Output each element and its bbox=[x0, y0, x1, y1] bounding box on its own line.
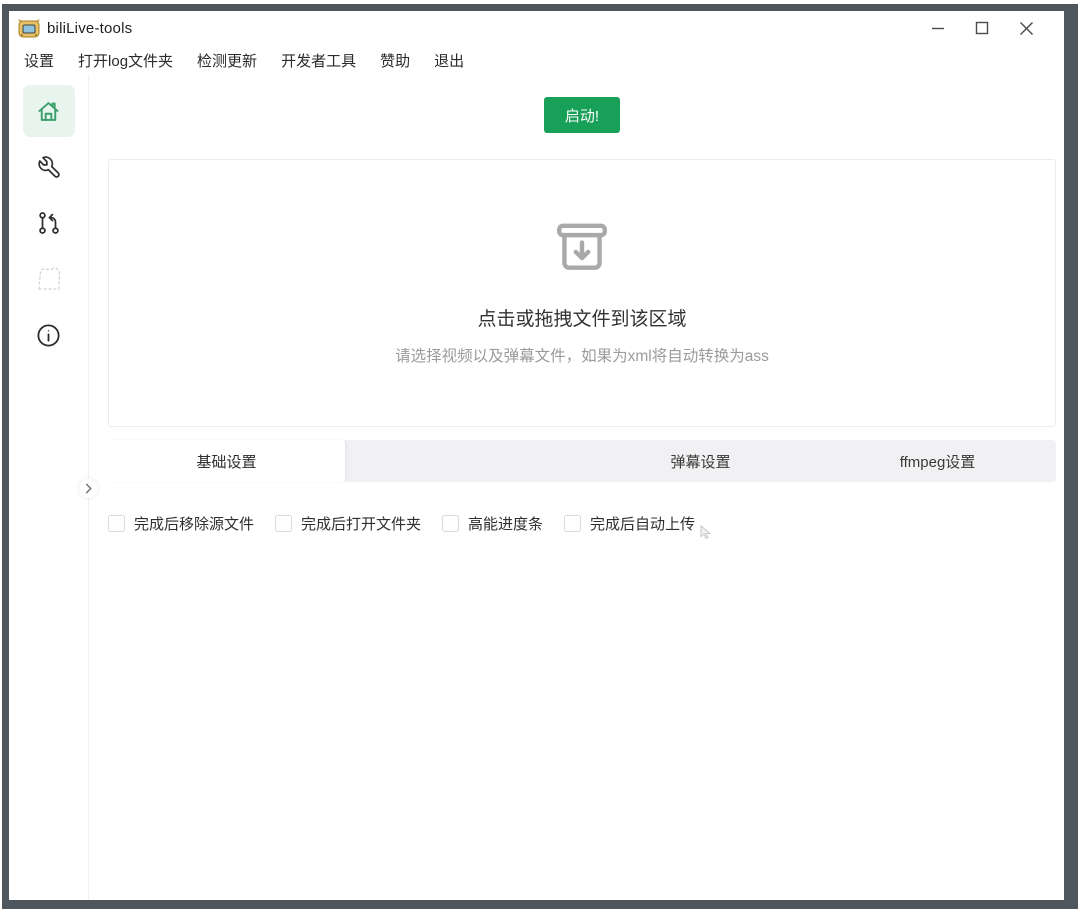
app-logo-icon bbox=[18, 19, 40, 38]
git-pull-request-icon bbox=[38, 212, 59, 234]
option-auto-upload-after-done[interactable]: 完成后自动上传 bbox=[564, 513, 695, 534]
sidebar-item-convert[interactable] bbox=[23, 197, 75, 249]
window-controls bbox=[916, 13, 1064, 43]
maximize-button[interactable] bbox=[960, 13, 1004, 43]
checkbox-open-folder[interactable] bbox=[275, 515, 293, 532]
home-icon bbox=[38, 101, 59, 121]
sidebar-item-home[interactable] bbox=[22, 85, 75, 137]
menu-item-check-update[interactable]: 检测更新 bbox=[197, 50, 257, 71]
options-row: 完成后移除源文件 完成后打开文件夹 高能进度条 完成后自动上传 bbox=[108, 513, 1056, 534]
minimize-icon bbox=[932, 27, 944, 30]
option-remove-source-after-done[interactable]: 完成后移除源文件 bbox=[108, 513, 254, 534]
checkbox-highlight-progress[interactable] bbox=[442, 515, 460, 532]
title-bar: biliLive-tools bbox=[9, 11, 1064, 45]
menu-item-exit[interactable]: 退出 bbox=[434, 50, 464, 71]
close-button[interactable] bbox=[1004, 13, 1048, 43]
menu-item-donate[interactable]: 赞助 bbox=[380, 50, 410, 71]
close-icon bbox=[1019, 21, 1033, 35]
minimize-button[interactable] bbox=[916, 13, 960, 43]
main-content: 启动! 点击或拖拽文件到该区域 请选择视频以及弹幕文件，如果为xml将自动转换为… bbox=[89, 75, 1064, 900]
dropzone-subtitle: 请选择视频以及弹幕文件，如果为xml将自动转换为ass bbox=[395, 348, 769, 365]
checkbox-remove-source[interactable] bbox=[108, 515, 125, 532]
info-icon bbox=[37, 323, 60, 347]
sidebar bbox=[9, 75, 89, 900]
file-dropzone[interactable]: 点击或拖拽文件到该区域 请选择视频以及弹幕文件，如果为xml将自动转换为ass bbox=[108, 159, 1056, 427]
dropzone-title: 点击或拖拽文件到该区域 bbox=[477, 309, 687, 330]
menu-bar: 设置 打开log文件夹 检测更新 开发者工具 赞助 退出 bbox=[9, 45, 1064, 75]
option-label: 完成后打开文件夹 bbox=[301, 516, 422, 533]
menu-item-settings[interactable]: 设置 bbox=[24, 50, 54, 71]
window-title: biliLive-tools bbox=[47, 19, 133, 37]
app-window: biliLive-tools 设置 打开log文件夹 检测更新 开发者工具 赞助… bbox=[9, 11, 1064, 900]
archive-download-icon bbox=[557, 223, 607, 270]
sidebar-item-clip[interactable] bbox=[23, 253, 75, 305]
tab-bar-spacer bbox=[345, 440, 582, 482]
tab-danmaku-settings[interactable]: 弹幕设置 bbox=[582, 440, 819, 482]
option-label: 高能进度条 bbox=[468, 516, 544, 533]
option-label: 完成后移除源文件 bbox=[134, 516, 255, 533]
option-highlight-progress-bar[interactable]: 高能进度条 bbox=[442, 513, 543, 534]
option-label: 完成后自动上传 bbox=[590, 516, 696, 533]
option-open-folder-after-done[interactable]: 完成后打开文件夹 bbox=[275, 513, 421, 534]
clip-dashed-icon bbox=[37, 267, 60, 290]
window-frame: biliLive-tools 设置 打开log文件夹 检测更新 开发者工具 赞助… bbox=[2, 4, 1078, 909]
wrench-icon bbox=[37, 156, 60, 178]
sidebar-item-tools[interactable] bbox=[23, 141, 75, 193]
tab-basic-settings[interactable]: 基础设置 bbox=[108, 440, 345, 482]
sidebar-item-about[interactable] bbox=[23, 309, 75, 361]
menu-item-devtools[interactable]: 开发者工具 bbox=[281, 50, 356, 71]
mouse-cursor-icon bbox=[700, 525, 712, 540]
settings-tab-bar: 基础设置 弹幕设置 ffmpeg设置 bbox=[108, 440, 1056, 482]
checkbox-auto-upload[interactable] bbox=[564, 515, 582, 532]
tab-ffmpeg-settings[interactable]: ffmpeg设置 bbox=[819, 440, 1056, 482]
start-button[interactable]: 启动! bbox=[543, 97, 621, 133]
maximize-icon bbox=[975, 21, 989, 35]
menu-item-open-log-folder[interactable]: 打开log文件夹 bbox=[78, 50, 173, 71]
